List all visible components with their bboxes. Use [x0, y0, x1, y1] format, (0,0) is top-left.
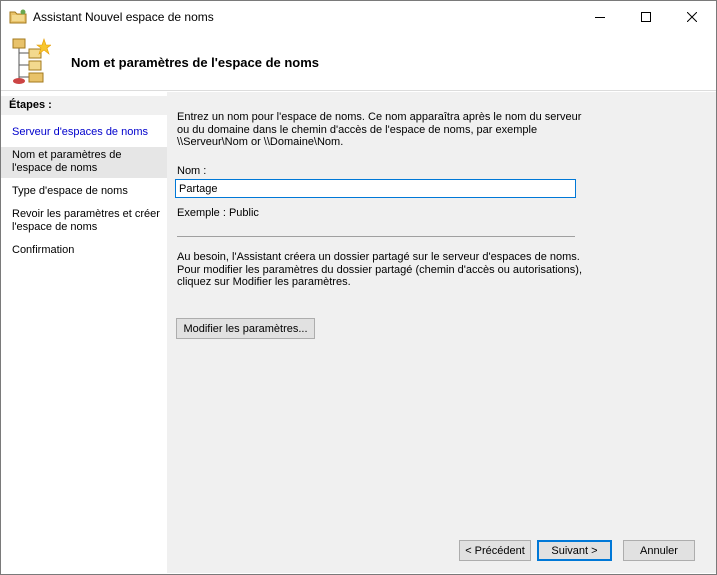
close-icon	[687, 11, 697, 22]
modify-settings-button[interactable]: Modifier les paramètres...	[176, 318, 315, 339]
close-button[interactable]	[669, 1, 715, 32]
maximize-button[interactable]	[623, 1, 669, 32]
page-title: Nom et paramètres de l'espace de noms	[71, 55, 320, 70]
maximize-icon	[641, 11, 651, 22]
cancel-button[interactable]: Annuler	[623, 540, 695, 561]
next-button[interactable]: Suivant >	[537, 540, 612, 561]
folder-namespace-icon	[9, 9, 27, 24]
namespace-wizard-icon	[11, 37, 52, 85]
name-input[interactable]	[175, 179, 576, 198]
minimize-icon	[595, 16, 605, 18]
intro-text: Entrez un nom pour l'espace de noms. Ce …	[177, 111, 581, 149]
intro-line: ou du domaine dans le chemin d'accès de …	[177, 123, 538, 136]
step-review-create[interactable]: Revoir les paramètres et créer l'espace …	[1, 206, 167, 236]
step-namespace-server[interactable]: Serveur d'espaces de noms	[1, 124, 167, 141]
previous-button[interactable]: < Précédent	[459, 540, 531, 561]
example-text: Exemple : Public	[177, 207, 259, 219]
intro-line: \\Serveur\Nom or \\Domaine\Nom.	[177, 136, 344, 149]
info-line: Au besoin, l'Assistant créera un dossier…	[177, 251, 580, 263]
wizard-header: Nom et paramètres de l'espace de noms	[1, 32, 716, 91]
separator	[177, 236, 575, 237]
info-text: Au besoin, l'Assistant créera un dossier…	[177, 251, 582, 289]
intro-line: Entrez un nom pour l'espace de noms. Ce …	[177, 111, 582, 123]
step-name-settings[interactable]: Nom et paramètres de l'espace de noms	[1, 147, 167, 178]
steps-pane: Étapes : Serveur d'espaces de noms Nom e…	[1, 92, 167, 573]
window-title: Assistant Nouvel espace de noms	[33, 10, 214, 24]
wizard-window: Assistant Nouvel espace de noms Nom et p…	[0, 0, 717, 575]
info-line: Pour modifier les paramètres du dossier …	[177, 263, 583, 276]
minimize-button[interactable]	[577, 1, 623, 32]
step-confirmation[interactable]: Confirmation	[1, 242, 167, 259]
content-pane: Entrez un nom pour l'espace de noms. Ce …	[167, 92, 716, 573]
title-bar: Assistant Nouvel espace de noms	[1, 1, 716, 32]
step-namespace-type[interactable]: Type d'espace de noms	[1, 183, 167, 200]
info-line: cliquez sur Modifier les paramètres.	[177, 276, 351, 289]
name-label: Nom :	[177, 165, 207, 177]
steps-heading: Étapes :	[1, 96, 167, 115]
